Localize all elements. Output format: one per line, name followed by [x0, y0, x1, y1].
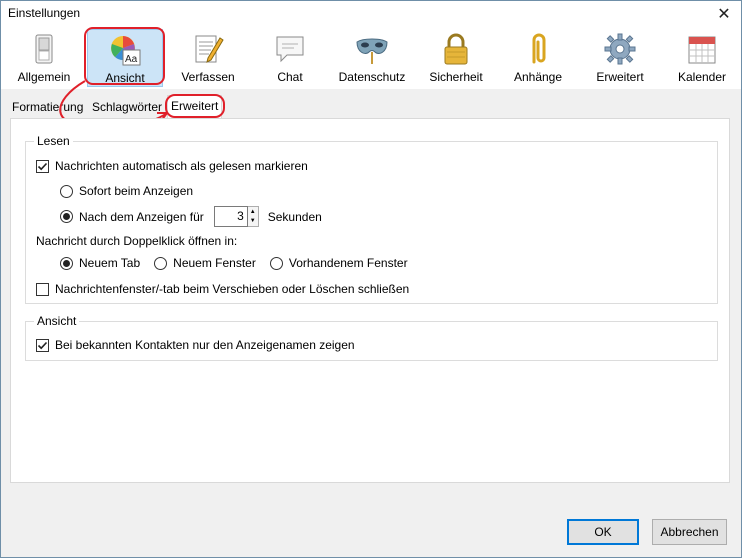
display-names-label: Bei bekannten Kontakten nur den Anzeigen… — [55, 338, 355, 352]
spin-up-icon[interactable]: ▲ — [247, 207, 258, 217]
lock-icon — [444, 33, 468, 65]
close-on-move-row[interactable]: Nachrichtenfenster/-tab beim Verschieben… — [36, 282, 409, 296]
preferences-toolbar: Allgemein Aa Ansicht Verfassen Chat Date… — [1, 27, 741, 89]
toolbar-kalender[interactable]: Kalender — [666, 29, 738, 87]
tab-erweitert[interactable]: Erweitert — [167, 95, 223, 119]
open-in-label-row: Nachricht durch Doppelklick öffnen in: — [36, 234, 237, 248]
toolbar-label: Datenschutz — [338, 70, 406, 84]
radio-dot — [63, 213, 70, 220]
tab-schlagwoerter[interactable]: Schlagwörter — [89, 98, 165, 119]
settings-window: Einstellungen ✕ Allgemein Aa Ansicht Ver… — [0, 0, 742, 558]
settings-panel: Lesen Nachrichten automatisch als gelese… — [10, 118, 730, 483]
group-title-lesen: Lesen — [34, 134, 73, 148]
close-on-move-label: Nachrichtenfenster/-tab beim Verschieben… — [55, 282, 410, 296]
toolbar-anhaenge[interactable]: Anhänge — [502, 29, 574, 87]
toolbar-label: Erweitert — [596, 70, 644, 84]
switch-icon — [35, 34, 53, 64]
toolbar-label: Verfassen — [181, 70, 235, 84]
radio-new-tab[interactable] — [60, 256, 73, 270]
checkmark-icon — [37, 341, 48, 349]
toolbar-label: Anhänge — [513, 70, 563, 84]
auto-mark-read-checkbox[interactable] — [36, 159, 49, 173]
close-on-move-checkbox[interactable] — [36, 282, 49, 296]
toolbar-label: Chat — [277, 70, 303, 84]
checkmark-icon — [37, 162, 48, 170]
toolbar-allgemein[interactable]: Allgemein — [8, 29, 80, 87]
radio-new-window-label: Neuem Fenster — [173, 256, 256, 270]
cancel-button[interactable]: Abbrechen — [652, 519, 727, 545]
radio-after-row[interactable]: Nach dem Anzeigen für 3 ▲ ▼ Sekunden — [60, 206, 322, 227]
ok-button[interactable]: OK — [567, 519, 639, 545]
mask-icon — [356, 38, 388, 64]
radio-existing-window-label: Vorhandenem Fenster — [288, 256, 408, 270]
spin-down-icon[interactable]: ▼ — [247, 216, 258, 226]
radio-existing-window[interactable] — [269, 256, 283, 270]
radio-new-tab-label: Neuem Tab — [79, 256, 141, 270]
display-names-checkbox[interactable] — [36, 338, 49, 352]
close-icon: ✕ — [717, 6, 731, 23]
toolbar-label: Allgemein — [17, 70, 71, 84]
toolbar-sicherheit[interactable]: Sicherheit — [420, 29, 492, 87]
group-lesen: Lesen Nachrichten automatisch als gelese… — [25, 134, 718, 304]
paperclip-icon — [532, 33, 546, 64]
radio-after[interactable] — [60, 210, 73, 223]
radio-new-window[interactable] — [154, 256, 168, 270]
auto-mark-read-label: Nachrichten automatisch als gelesen mark… — [55, 159, 308, 173]
open-in-label: Nachricht durch Doppelklick öffnen in: — [36, 234, 238, 248]
toolbar-label: Kalender — [677, 70, 727, 84]
radio-after-label: Nach dem Anzeigen für — [79, 209, 204, 224]
chat-bubble-icon — [276, 36, 304, 63]
seconds-spinner[interactable]: 3 ▲ ▼ — [213, 206, 259, 227]
radio-immediate-label: Sofort beim Anzeigen — [79, 184, 194, 198]
close-button[interactable]: ✕ — [707, 1, 741, 27]
svg-text:Aa: Aa — [125, 54, 138, 65]
subtab-bar: Formatierung Schlagwörter Erweitert — [1, 95, 741, 119]
toolbar-erweitert[interactable]: Erweitert — [584, 29, 656, 87]
spinner-buttons: ▲ ▼ — [247, 206, 259, 227]
radio-dot — [63, 259, 70, 267]
toolbar-chat[interactable]: Chat — [254, 29, 326, 87]
gear-icon — [604, 33, 636, 65]
group-ansicht: Ansicht Bei bekannten Kontakten nur den … — [25, 314, 718, 361]
compose-icon — [195, 35, 224, 63]
seconds-unit-label: Sekunden — [267, 209, 322, 224]
seconds-input[interactable]: 3 — [213, 206, 248, 227]
toolbar-datenschutz[interactable]: Datenschutz — [334, 29, 410, 87]
toolbar-label: Ansicht — [105, 71, 145, 85]
palette-icon: Aa — [111, 36, 141, 66]
toolbar-ansicht[interactable]: Aa Ansicht — [87, 29, 163, 87]
radio-immediate-row[interactable]: Sofort beim Anzeigen — [60, 184, 193, 198]
group-title-ansicht: Ansicht — [34, 314, 80, 328]
tab-formatierung[interactable]: Formatierung — [9, 98, 86, 119]
window-title: Einstellungen — [8, 6, 81, 20]
toolbar-label: Sicherheit — [429, 70, 483, 84]
auto-mark-read-row[interactable]: Nachrichten automatisch als gelesen mark… — [36, 159, 308, 173]
radio-immediate[interactable] — [60, 184, 73, 198]
calendar-icon — [688, 36, 716, 64]
title-bar: Einstellungen ✕ — [1, 1, 741, 27]
display-names-row[interactable]: Bei bekannten Kontakten nur den Anzeigen… — [36, 338, 355, 352]
open-options-row: Neuem Tab Neuem Fenster Vorhandenem Fens… — [60, 256, 408, 270]
toolbar-verfassen[interactable]: Verfassen — [172, 29, 244, 87]
